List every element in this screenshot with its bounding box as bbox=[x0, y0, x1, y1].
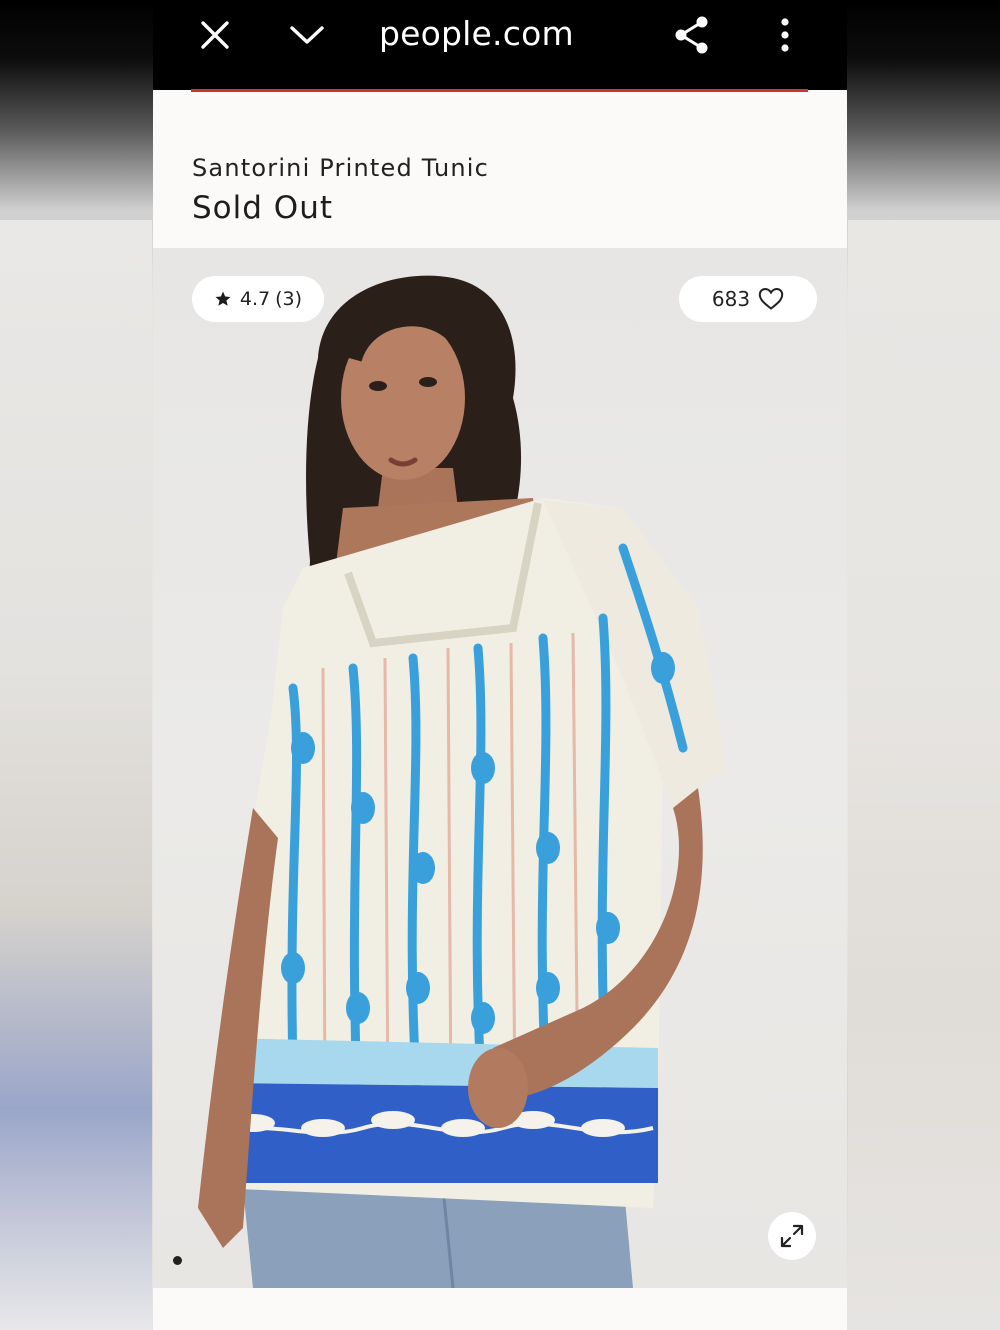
browser-window: people.com Santorini Printed Tunic Sold … bbox=[153, 0, 847, 1330]
backdrop-right bbox=[848, 220, 1000, 1330]
close-icon bbox=[201, 21, 229, 49]
rating-badge[interactable]: 4.7 (3) bbox=[192, 276, 324, 322]
more-vert-icon bbox=[781, 18, 789, 52]
browser-toolbar: people.com bbox=[153, 0, 847, 90]
product-header: Santorini Printed Tunic Sold Out bbox=[153, 92, 847, 248]
chevron-down-icon bbox=[290, 26, 324, 44]
more-options-button[interactable] bbox=[760, 10, 810, 60]
gallery-page-indicator[interactable] bbox=[173, 1256, 182, 1265]
share-button[interactable] bbox=[667, 10, 717, 60]
collapse-button[interactable] bbox=[282, 10, 332, 60]
page-content-below bbox=[153, 1288, 847, 1330]
rating-value: 4.7 bbox=[239, 288, 271, 310]
backdrop-left bbox=[0, 220, 152, 1330]
expand-image-button[interactable] bbox=[768, 1212, 816, 1260]
star-icon bbox=[215, 291, 231, 306]
share-icon bbox=[675, 16, 708, 54]
product-photo bbox=[198, 275, 727, 1288]
rating-count: (3) bbox=[275, 288, 303, 310]
expand-icon bbox=[780, 1224, 804, 1248]
close-button[interactable] bbox=[190, 10, 240, 60]
likes-count: 683 bbox=[711, 287, 751, 311]
url-text[interactable]: people.com bbox=[379, 14, 574, 53]
heart-icon bbox=[758, 287, 784, 310]
favorite-button[interactable]: 683 bbox=[679, 276, 817, 322]
product-title: Santorini Printed Tunic bbox=[192, 154, 490, 182]
product-image-gallery[interactable]: 4.7 (3) 683 bbox=[153, 248, 847, 1288]
availability-status: Sold Out bbox=[192, 190, 333, 226]
